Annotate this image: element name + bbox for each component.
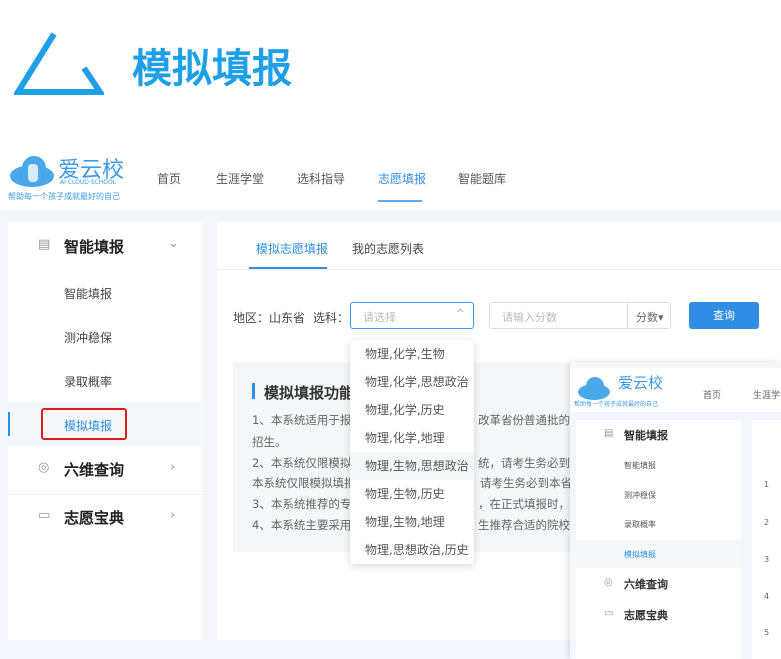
document-icon: ▤ <box>604 428 614 439</box>
inset-main: 1 2 3 4 5 <box>752 420 781 659</box>
inset-group: 智能填报 <box>624 429 668 442</box>
cloud-logo-icon <box>578 377 610 400</box>
divider <box>627 303 628 328</box>
logo-triangle-icon <box>14 32 104 95</box>
option-item[interactable]: 物理,化学,地理 <box>350 424 474 452</box>
score-unit-dropdown[interactable]: 分数▾ <box>636 309 664 325</box>
subject-dropdown-menu: 物理,化学,生物 物理,化学,思想政治 物理,化学,历史 物理,化学,地理 物理… <box>350 340 474 564</box>
sidebar-item-label: 模拟填报 <box>64 419 113 433</box>
info-line: 4、本系统主要采用 <box>252 518 352 532</box>
eye-icon: ◎ <box>604 577 613 588</box>
inset-item: 录取概率 <box>624 520 656 529</box>
book-icon: ▭ <box>604 608 614 619</box>
chevron-right-icon[interactable]: › <box>170 460 175 475</box>
info-title: 模拟填报功能 <box>264 384 355 402</box>
page-title: 模拟填报 <box>132 46 292 92</box>
option-item[interactable]: 物理,生物,思想政治 <box>350 452 474 480</box>
inset-screenshot: 爱云校 帮助每一个孩子成就最好的自己 首页 生涯学 ▤ 智能填报 智能填报 测冲… <box>570 362 781 659</box>
sidebar-item-probability[interactable]: 录取概率 <box>64 373 112 390</box>
inset-slogan: 帮助每一个孩子成就最好的自己 <box>574 401 659 408</box>
subject-placeholder: 请选择 <box>363 311 396 324</box>
inset-item: 智能填报 <box>624 461 656 470</box>
nav-application[interactable]: 志愿填报 <box>378 170 426 187</box>
inset-header: 爱云校 帮助每一个孩子成就最好的自己 首页 生涯学 <box>570 368 781 412</box>
info-line: 招生。 <box>252 435 287 449</box>
chevron-right-icon[interactable]: › <box>170 508 175 523</box>
option-item[interactable]: 物理,化学,历史 <box>350 396 474 424</box>
option-item[interactable]: 物理,化学,生物 <box>350 340 474 368</box>
inset-group: 六维查询 <box>624 578 668 591</box>
sidebar-group-six[interactable]: 六维查询 <box>64 459 124 480</box>
eye-icon: ◎ <box>38 460 50 475</box>
info-line: 本系统仅限模拟填报 <box>252 476 356 490</box>
sidebar-item-smart[interactable]: 智能填报 <box>64 285 112 302</box>
score-placeholder: 请输入分数 <box>502 311 557 324</box>
tab-simulate[interactable]: 模拟志愿填报 <box>256 240 328 257</box>
sidebar-item-risk[interactable]: 测冲稳保 <box>64 329 112 346</box>
info-line: 2、本系统仅限模拟填 <box>252 456 363 470</box>
query-button[interactable]: 查询 <box>689 302 759 329</box>
inset-active-row <box>576 540 741 568</box>
nav-career[interactable]: 生涯学堂 <box>216 170 264 187</box>
inset-row-number: 3 <box>764 555 770 564</box>
cloud-logo-icon <box>10 156 54 187</box>
brand-slogan: 帮助每一个孩子成就最好的自己 <box>8 192 120 201</box>
sidebar-group-smart[interactable]: 智能填报 <box>64 236 124 257</box>
subject-select[interactable]: 请选择 ^ <box>350 302 474 329</box>
nav-subject[interactable]: 选科指导 <box>297 170 345 187</box>
sidebar-item-simulate[interactable]: 模拟填报 <box>8 402 202 446</box>
inset-brand: 爱云校 <box>618 374 664 392</box>
divider <box>217 269 781 270</box>
inset-row-number: 4 <box>764 592 770 601</box>
inset-nav: 生涯学 <box>753 391 781 401</box>
inset-row-number: 1 <box>764 480 770 489</box>
tab-my-list[interactable]: 我的志愿列表 <box>352 240 424 257</box>
sidebar: ▤ 智能填报 ⌄ 智能填报 测冲稳保 录取概率 模拟填报 ◎ 六维查询 › ▭ … <box>8 222 202 640</box>
inset-sidebar: ▤ 智能填报 智能填报 测冲稳保 录取概率 模拟填报 ◎ 六维查询 ▭ 志愿宝典 <box>576 420 741 659</box>
nav-active-underline <box>378 200 422 202</box>
region-label: 地区：山东省 <box>233 311 306 325</box>
inset-group: 志愿宝典 <box>624 609 668 622</box>
nav-question-bank[interactable]: 智能题库 <box>458 170 506 187</box>
document-icon: ▤ <box>38 237 51 252</box>
divider <box>8 494 202 495</box>
info-line: 改革省份普通批的本 <box>478 413 582 427</box>
active-indicator <box>8 412 10 436</box>
subject-label: 选科： <box>313 311 350 325</box>
score-input[interactable]: 请输入分数 分数▾ <box>489 302 671 329</box>
option-item[interactable]: 物理,生物,地理 <box>350 508 474 536</box>
chevron-down-icon[interactable]: ⌄ <box>168 236 179 251</box>
info-line: 请考生务必到本省 <box>480 476 572 490</box>
book-icon: ▭ <box>38 508 51 523</box>
inset-item: 测冲稳保 <box>624 491 656 500</box>
nav-home[interactable]: 首页 <box>157 170 181 187</box>
inset-row-number: 2 <box>764 518 770 527</box>
sidebar-group-guide[interactable]: 志愿宝典 <box>64 507 124 528</box>
option-item[interactable]: 物理,化学,思想政治 <box>350 368 474 396</box>
info-line: 1、本系统适用于报考 <box>252 413 363 427</box>
option-item[interactable]: 物理,生物,历史 <box>350 480 474 508</box>
info-line: ，在正式填报时，以 <box>478 497 582 511</box>
info-line: 统，请考生务必到本 <box>478 456 582 470</box>
chevron-up-icon: ^ <box>455 307 465 320</box>
option-item[interactable]: 物理,思想政治,历史 <box>350 536 474 564</box>
info-title-bar <box>252 383 255 399</box>
info-line: 3、本系统推荐的专业 <box>252 497 363 511</box>
brand-sub: AI·CLOUD·SCHOOL <box>60 179 117 186</box>
inset-nav: 首页 <box>703 391 722 401</box>
inset-item: 模拟填报 <box>624 550 656 559</box>
inset-row-number: 5 <box>764 628 770 637</box>
info-line: 生推荐合适的院校。 <box>478 518 582 532</box>
